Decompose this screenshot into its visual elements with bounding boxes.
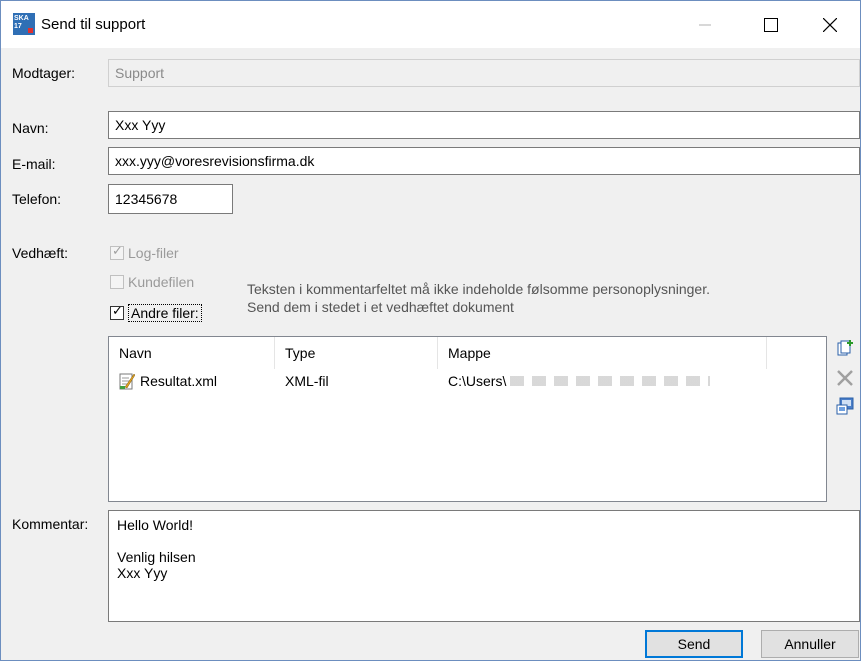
- minimize-icon: [699, 24, 711, 25]
- xml-file-icon: [119, 373, 135, 390]
- close-button[interactable]: [801, 1, 859, 48]
- list-header: Navn Type Mappe: [109, 337, 826, 369]
- email-field[interactable]: [108, 147, 860, 175]
- comment-line: [117, 533, 851, 549]
- customer-file-label: Kundefilen: [128, 274, 195, 290]
- phone-input[interactable]: [115, 191, 226, 207]
- comment-textarea[interactable]: Hello World! Venlig hilsen Xxx Yyy: [108, 510, 860, 622]
- cancel-button[interactable]: Annuller: [761, 630, 859, 658]
- name-input[interactable]: [115, 117, 853, 133]
- file-name-cell: Resultat.xml: [109, 369, 275, 393]
- other-files-box[interactable]: ✓: [110, 303, 124, 320]
- dialog-body: Modtager: Support Navn: E-mail: Telefon:…: [1, 48, 860, 660]
- recipient-field: Support: [108, 59, 860, 87]
- title-bar[interactable]: SKA 17 Send til support: [1, 1, 860, 48]
- file-type-cell: XML-fil: [275, 369, 438, 393]
- checkmark-icon: ✓: [112, 243, 123, 258]
- phone-label: Telefon:: [12, 191, 62, 207]
- maximize-icon: [764, 17, 778, 32]
- log-files-box[interactable]: ✓: [110, 243, 124, 260]
- comment-line: Hello World!: [117, 517, 193, 533]
- app-icon-text: SKA 17: [14, 15, 29, 30]
- add-file-button[interactable]: [835, 338, 855, 358]
- email-label: E-mail:: [12, 156, 56, 172]
- comment-line: Venlig hilsen: [117, 549, 196, 565]
- customer-file-box[interactable]: [110, 275, 124, 289]
- maximize-button[interactable]: [742, 1, 800, 48]
- file-folder-cell: C:\Users\: [438, 369, 767, 393]
- other-files-label: Andre filer:: [128, 304, 202, 322]
- customer-file-checkbox[interactable]: Kundefilen: [110, 274, 194, 290]
- minimize-button[interactable]: [676, 1, 734, 48]
- close-icon: [823, 17, 837, 32]
- scan-button[interactable]: [835, 396, 855, 416]
- add-file-icon: [837, 340, 853, 356]
- column-name[interactable]: Navn: [109, 337, 275, 369]
- remove-file-button[interactable]: [835, 368, 855, 388]
- send-button[interactable]: Send: [645, 630, 743, 658]
- app-icon: SKA 17: [13, 13, 35, 35]
- table-row[interactable]: Resultat.xml XML-fil C:\Users\: [109, 369, 826, 393]
- recipient-label: Modtager:: [12, 65, 76, 81]
- file-folder: C:\Users\: [448, 373, 507, 389]
- attached-files-list[interactable]: Navn Type Mappe Resultat.xml XML-fil C:\…: [108, 336, 827, 502]
- email-input[interactable]: [115, 153, 853, 169]
- privacy-note-line2: Send dem i stedet i et vedhæftet dokumen…: [247, 299, 514, 315]
- column-type[interactable]: Type: [275, 337, 438, 369]
- other-files-checkbox[interactable]: ✓ Andre filer:: [110, 304, 202, 322]
- name-label: Navn:: [12, 120, 49, 136]
- recipient-value: Support: [115, 65, 165, 81]
- comment-line: Xxx Yyy: [117, 565, 168, 581]
- attach-label: Vedhæft:: [12, 245, 69, 261]
- comment-label: Kommentar:: [12, 516, 89, 532]
- log-files-label: Log-filer: [128, 245, 179, 261]
- privacy-note-line1: Teksten i kommentarfeltet må ikke indeho…: [247, 281, 710, 297]
- send-to-support-dialog: SKA 17 Send til support Modtager: Suppor…: [0, 0, 861, 661]
- delete-icon: [837, 370, 853, 386]
- name-field[interactable]: [108, 111, 860, 139]
- window-title: Send til support: [41, 16, 146, 33]
- log-files-checkbox[interactable]: ✓ Log-filer: [110, 243, 179, 261]
- checkmark-icon: ✓: [112, 303, 123, 318]
- phone-field[interactable]: [108, 184, 233, 214]
- file-name: Resultat.xml: [140, 373, 218, 389]
- redacted-path: [510, 376, 711, 386]
- privacy-note: Teksten i kommentarfeltet må ikke indeho…: [247, 280, 710, 316]
- column-folder[interactable]: Mappe: [438, 337, 767, 369]
- scan-icon: [836, 397, 854, 415]
- file-type: XML-fil: [285, 373, 329, 389]
